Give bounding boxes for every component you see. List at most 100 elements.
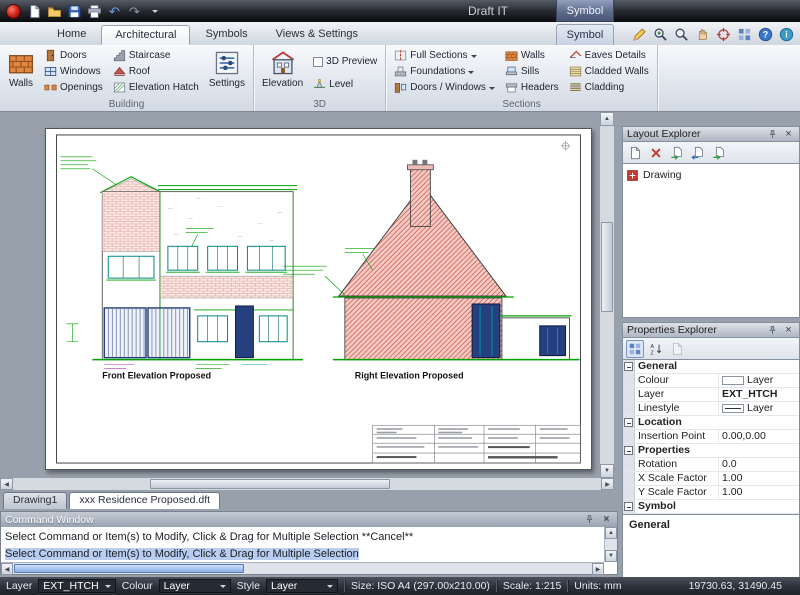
scroll-down-button[interactable]: ▼ bbox=[605, 550, 617, 562]
categorized-view-button[interactable] bbox=[626, 340, 644, 358]
command-history[interactable]: Select Command or Item(s) to Modify, Cli… bbox=[1, 527, 604, 562]
style-combo[interactable]: Layer bbox=[266, 579, 338, 593]
scroll-right-button[interactable]: ▶ bbox=[601, 478, 614, 490]
walls-section-button[interactable]: Walls bbox=[502, 48, 562, 63]
property-group-location[interactable]: Location bbox=[623, 416, 799, 430]
tab-symbol-contextual[interactable]: Symbol bbox=[556, 24, 614, 45]
tab-architectural[interactable]: Architectural bbox=[101, 25, 190, 45]
full-sections-button[interactable]: Full Sections bbox=[391, 48, 498, 63]
doors-button[interactable]: Doors bbox=[41, 48, 106, 63]
openings-button[interactable]: Openings bbox=[41, 80, 106, 95]
snap-target-icon[interactable] bbox=[714, 25, 732, 43]
quick-access-dropdown-icon[interactable] bbox=[146, 3, 163, 20]
property-group-symbol[interactable]: Symbol bbox=[623, 500, 799, 514]
vertical-scroll-thumb[interactable] bbox=[601, 222, 613, 312]
windows-button[interactable]: Windows bbox=[41, 64, 106, 79]
property-row-rotation[interactable]: Rotation 0.0 bbox=[623, 458, 799, 472]
copy-layout-button[interactable] bbox=[710, 144, 728, 162]
canvas-vertical-scrollbar[interactable]: ▲ ▼ bbox=[600, 112, 614, 478]
colour-combo[interactable]: Layer bbox=[159, 579, 231, 593]
app-logo-icon[interactable] bbox=[6, 4, 21, 19]
property-row-linestyle[interactable]: Linestyle Layer bbox=[623, 402, 799, 416]
preview-3d-checkbox[interactable]: 3D Preview bbox=[310, 54, 380, 69]
redo-icon[interactable]: ↷ bbox=[126, 3, 143, 20]
export-layout-button[interactable] bbox=[668, 144, 686, 162]
property-group-general[interactable]: General bbox=[623, 360, 799, 374]
sills-button[interactable]: Sills bbox=[502, 64, 562, 79]
collapse-icon[interactable] bbox=[624, 362, 633, 371]
property-group-properties[interactable]: Properties bbox=[623, 444, 799, 458]
staircase-button[interactable]: Staircase bbox=[110, 48, 202, 63]
elevation-button[interactable]: Elevation bbox=[259, 48, 306, 89]
zoom-in-icon[interactable] bbox=[651, 25, 669, 43]
drawing-sheet[interactable]: Front Elevation Proposed Right Elevation… bbox=[45, 128, 592, 470]
property-row-y-scale[interactable]: Y Scale Factor 1.00 bbox=[623, 486, 799, 500]
print-icon[interactable] bbox=[86, 3, 103, 20]
close-icon[interactable]: × bbox=[782, 128, 795, 141]
property-row-insertion-point[interactable]: Insertion Point 0.00,0.00 bbox=[623, 430, 799, 444]
help-icon[interactable] bbox=[756, 25, 774, 43]
pin-icon[interactable] bbox=[766, 324, 779, 337]
command-line-selected[interactable]: Select Command or Item(s) to Modify, Cli… bbox=[5, 548, 359, 560]
grid-icon[interactable] bbox=[735, 25, 753, 43]
layout-item-drawing[interactable]: Drawing bbox=[626, 167, 796, 183]
layout-explorer-header[interactable]: Layout Explorer × bbox=[622, 126, 800, 142]
command-window-header[interactable]: Command Window × bbox=[1, 512, 617, 527]
collapse-icon[interactable] bbox=[624, 418, 633, 427]
layer-combo[interactable]: EXT_HTCH bbox=[38, 579, 115, 593]
import-layout-button[interactable] bbox=[689, 144, 707, 162]
tab-home[interactable]: Home bbox=[44, 25, 99, 45]
horizontal-scroll-thumb[interactable] bbox=[14, 564, 244, 573]
scroll-up-button[interactable]: ▲ bbox=[605, 527, 617, 539]
collapse-icon[interactable] bbox=[624, 446, 633, 455]
foundations-button[interactable]: Foundations bbox=[391, 64, 498, 79]
properties-explorer-header[interactable]: Properties Explorer × bbox=[622, 322, 800, 338]
linestyle-swatch[interactable] bbox=[722, 404, 744, 413]
open-file-icon[interactable] bbox=[46, 3, 63, 20]
close-icon[interactable]: × bbox=[782, 324, 795, 337]
about-icon[interactable] bbox=[777, 25, 795, 43]
property-row-x-scale[interactable]: X Scale Factor 1.00 bbox=[623, 472, 799, 486]
new-layout-button[interactable] bbox=[626, 144, 644, 162]
pin-icon[interactable] bbox=[766, 128, 779, 141]
edit-icon[interactable] bbox=[630, 25, 648, 43]
roof-button[interactable]: Roof bbox=[110, 64, 202, 79]
colour-swatch[interactable] bbox=[722, 376, 744, 385]
headers-button[interactable]: Headers bbox=[502, 80, 562, 95]
close-icon[interactable]: × bbox=[600, 513, 613, 526]
property-row-layer[interactable]: Layer EXT_HTCH bbox=[623, 388, 799, 402]
chevron-down-icon bbox=[468, 71, 474, 77]
alphabetical-sort-button[interactable] bbox=[647, 340, 665, 358]
pan-icon[interactable] bbox=[693, 25, 711, 43]
collapse-icon[interactable] bbox=[624, 502, 633, 511]
property-row-colour[interactable]: Colour Layer bbox=[623, 374, 799, 388]
scroll-up-button[interactable]: ▲ bbox=[600, 112, 614, 126]
delete-layout-button[interactable] bbox=[647, 144, 665, 162]
save-icon[interactable] bbox=[66, 3, 83, 20]
doc-tab-drawing1[interactable]: Drawing1 bbox=[3, 492, 67, 509]
horizontal-scroll-thumb[interactable] bbox=[150, 479, 390, 489]
command-horizontal-scrollbar[interactable]: ◀ ▶ bbox=[1, 562, 604, 574]
cladding-button[interactable]: Cladding bbox=[566, 80, 652, 95]
doc-tab-residence[interactable]: xxx Residence Proposed.dft bbox=[69, 492, 220, 509]
scroll-right-button[interactable]: ▶ bbox=[592, 563, 604, 575]
zoom-icon[interactable] bbox=[672, 25, 690, 43]
settings-button[interactable]: Settings bbox=[206, 48, 248, 89]
eaves-details-button[interactable]: Eaves Details bbox=[566, 48, 652, 63]
level-button[interactable]: Level bbox=[310, 77, 380, 92]
walls-button[interactable]: Walls bbox=[5, 48, 37, 89]
scroll-down-button[interactable]: ▼ bbox=[600, 464, 614, 478]
undo-icon[interactable]: ↶ bbox=[106, 3, 123, 20]
doors-windows-sections-button[interactable]: Doors / Windows bbox=[391, 80, 498, 95]
scroll-left-button[interactable]: ◀ bbox=[0, 478, 13, 490]
canvas-horizontal-scrollbar[interactable]: ◀ ▶ bbox=[0, 478, 614, 490]
tab-views-settings[interactable]: Views & Settings bbox=[263, 25, 371, 45]
drawing-canvas[interactable]: Front Elevation Proposed Right Elevation… bbox=[0, 112, 600, 478]
pin-icon[interactable] bbox=[583, 513, 596, 526]
elevation-hatch-button[interactable]: Elevation Hatch bbox=[110, 80, 202, 95]
command-vertical-scrollbar[interactable]: ▲ ▼ bbox=[604, 527, 617, 562]
new-file-icon[interactable] bbox=[26, 3, 43, 20]
tab-symbols[interactable]: Symbols bbox=[192, 25, 260, 45]
scroll-left-button[interactable]: ◀ bbox=[1, 563, 13, 575]
cladded-walls-button[interactable]: Cladded Walls bbox=[566, 64, 652, 79]
